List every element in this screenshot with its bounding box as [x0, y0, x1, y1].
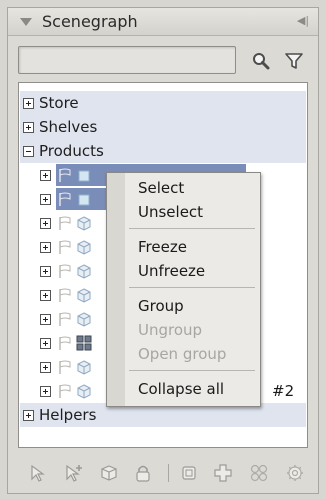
collapse-triangle-icon[interactable] [20, 17, 32, 26]
cube-icon [77, 360, 91, 375]
select-icon[interactable] [28, 463, 48, 483]
menu-item-freeze[interactable]: Freeze [138, 238, 187, 256]
ungroup-icon[interactable] [179, 463, 199, 483]
cube-icon [77, 288, 91, 303]
menu-separator [129, 228, 255, 229]
expand-icon[interactable] [40, 169, 51, 181]
expand-icon[interactable] [40, 337, 51, 349]
menu-item-collapse-all[interactable]: Collapse all [138, 380, 224, 398]
expand-icon[interactable] [40, 265, 51, 277]
search-icon[interactable] [250, 50, 272, 72]
menu-item-group[interactable]: Group [138, 297, 184, 315]
flag-icon[interactable] [58, 359, 72, 375]
cube-icon [77, 216, 91, 231]
flag-icon[interactable] [58, 311, 72, 327]
flag-icon[interactable] [58, 383, 72, 399]
tree-item-store[interactable]: Store [20, 91, 306, 115]
expand-icon[interactable] [40, 289, 51, 301]
expand-icon[interactable] [23, 97, 34, 109]
flag-icon[interactable] [58, 215, 72, 231]
expand-icon[interactable] [23, 409, 34, 421]
menu-separator [129, 370, 255, 371]
tree-item-shelves[interactable]: Shelves [20, 115, 306, 139]
flag-icon[interactable] [58, 239, 72, 255]
cube-icon [77, 384, 91, 399]
collapse-icon[interactable] [23, 145, 34, 157]
expand-icon[interactable] [40, 361, 51, 373]
expand-icon[interactable] [40, 313, 51, 325]
flag-icon[interactable] [58, 167, 72, 183]
cube-icon [77, 240, 91, 255]
tree-item-suffix: #2 [272, 382, 295, 400]
cube-icon [78, 194, 90, 206]
expand-icon[interactable] [40, 385, 51, 397]
expand-icon[interactable] [40, 241, 51, 253]
tree-item-label: Store [39, 94, 79, 112]
expand-icon[interactable] [40, 217, 51, 229]
expand-icon[interactable] [23, 121, 34, 133]
tree-item-label: Products [39, 142, 104, 160]
filter-icon[interactable] [283, 50, 305, 72]
menu-item-select[interactable]: Select [138, 179, 184, 197]
group-node-icon [76, 335, 92, 351]
tree-item-label: Shelves [39, 118, 98, 136]
tree-item-label: Helpers [39, 406, 97, 424]
context-menu-gutter [107, 173, 125, 406]
tree-item-products[interactable]: Products [20, 139, 306, 163]
toolbar-separator [168, 464, 169, 482]
flag-icon[interactable] [58, 191, 72, 207]
group-icon[interactable] [249, 463, 269, 483]
menu-item-ungroup: Ungroup [138, 321, 203, 339]
cube-icon [77, 312, 91, 327]
panel-title: Scenegraph [42, 12, 138, 31]
menu-item-unselect[interactable]: Unselect [138, 203, 203, 221]
lock-icon[interactable] [133, 463, 153, 483]
object-icon[interactable] [99, 463, 119, 483]
search-input[interactable] [18, 46, 236, 74]
select-add-icon[interactable] [64, 463, 84, 483]
cube-icon [78, 170, 90, 182]
flag-icon[interactable] [58, 287, 72, 303]
flag-icon[interactable] [58, 335, 72, 351]
menu-separator [129, 287, 255, 288]
settings-icon[interactable] [285, 463, 305, 483]
cube-icon [77, 264, 91, 279]
menu-item-open-group: Open group [138, 345, 227, 363]
context-menu: Select Unselect Freeze Unfreeze Group Un… [106, 172, 261, 407]
dock-icon[interactable]: ◀| [296, 14, 310, 28]
menu-item-unfreeze[interactable]: Unfreeze [138, 262, 205, 280]
panel-titlebar[interactable]: Scenegraph ◀| [8, 8, 318, 36]
flag-icon[interactable] [58, 263, 72, 279]
expand-icon[interactable] [40, 193, 51, 205]
add-icon[interactable] [213, 463, 233, 483]
